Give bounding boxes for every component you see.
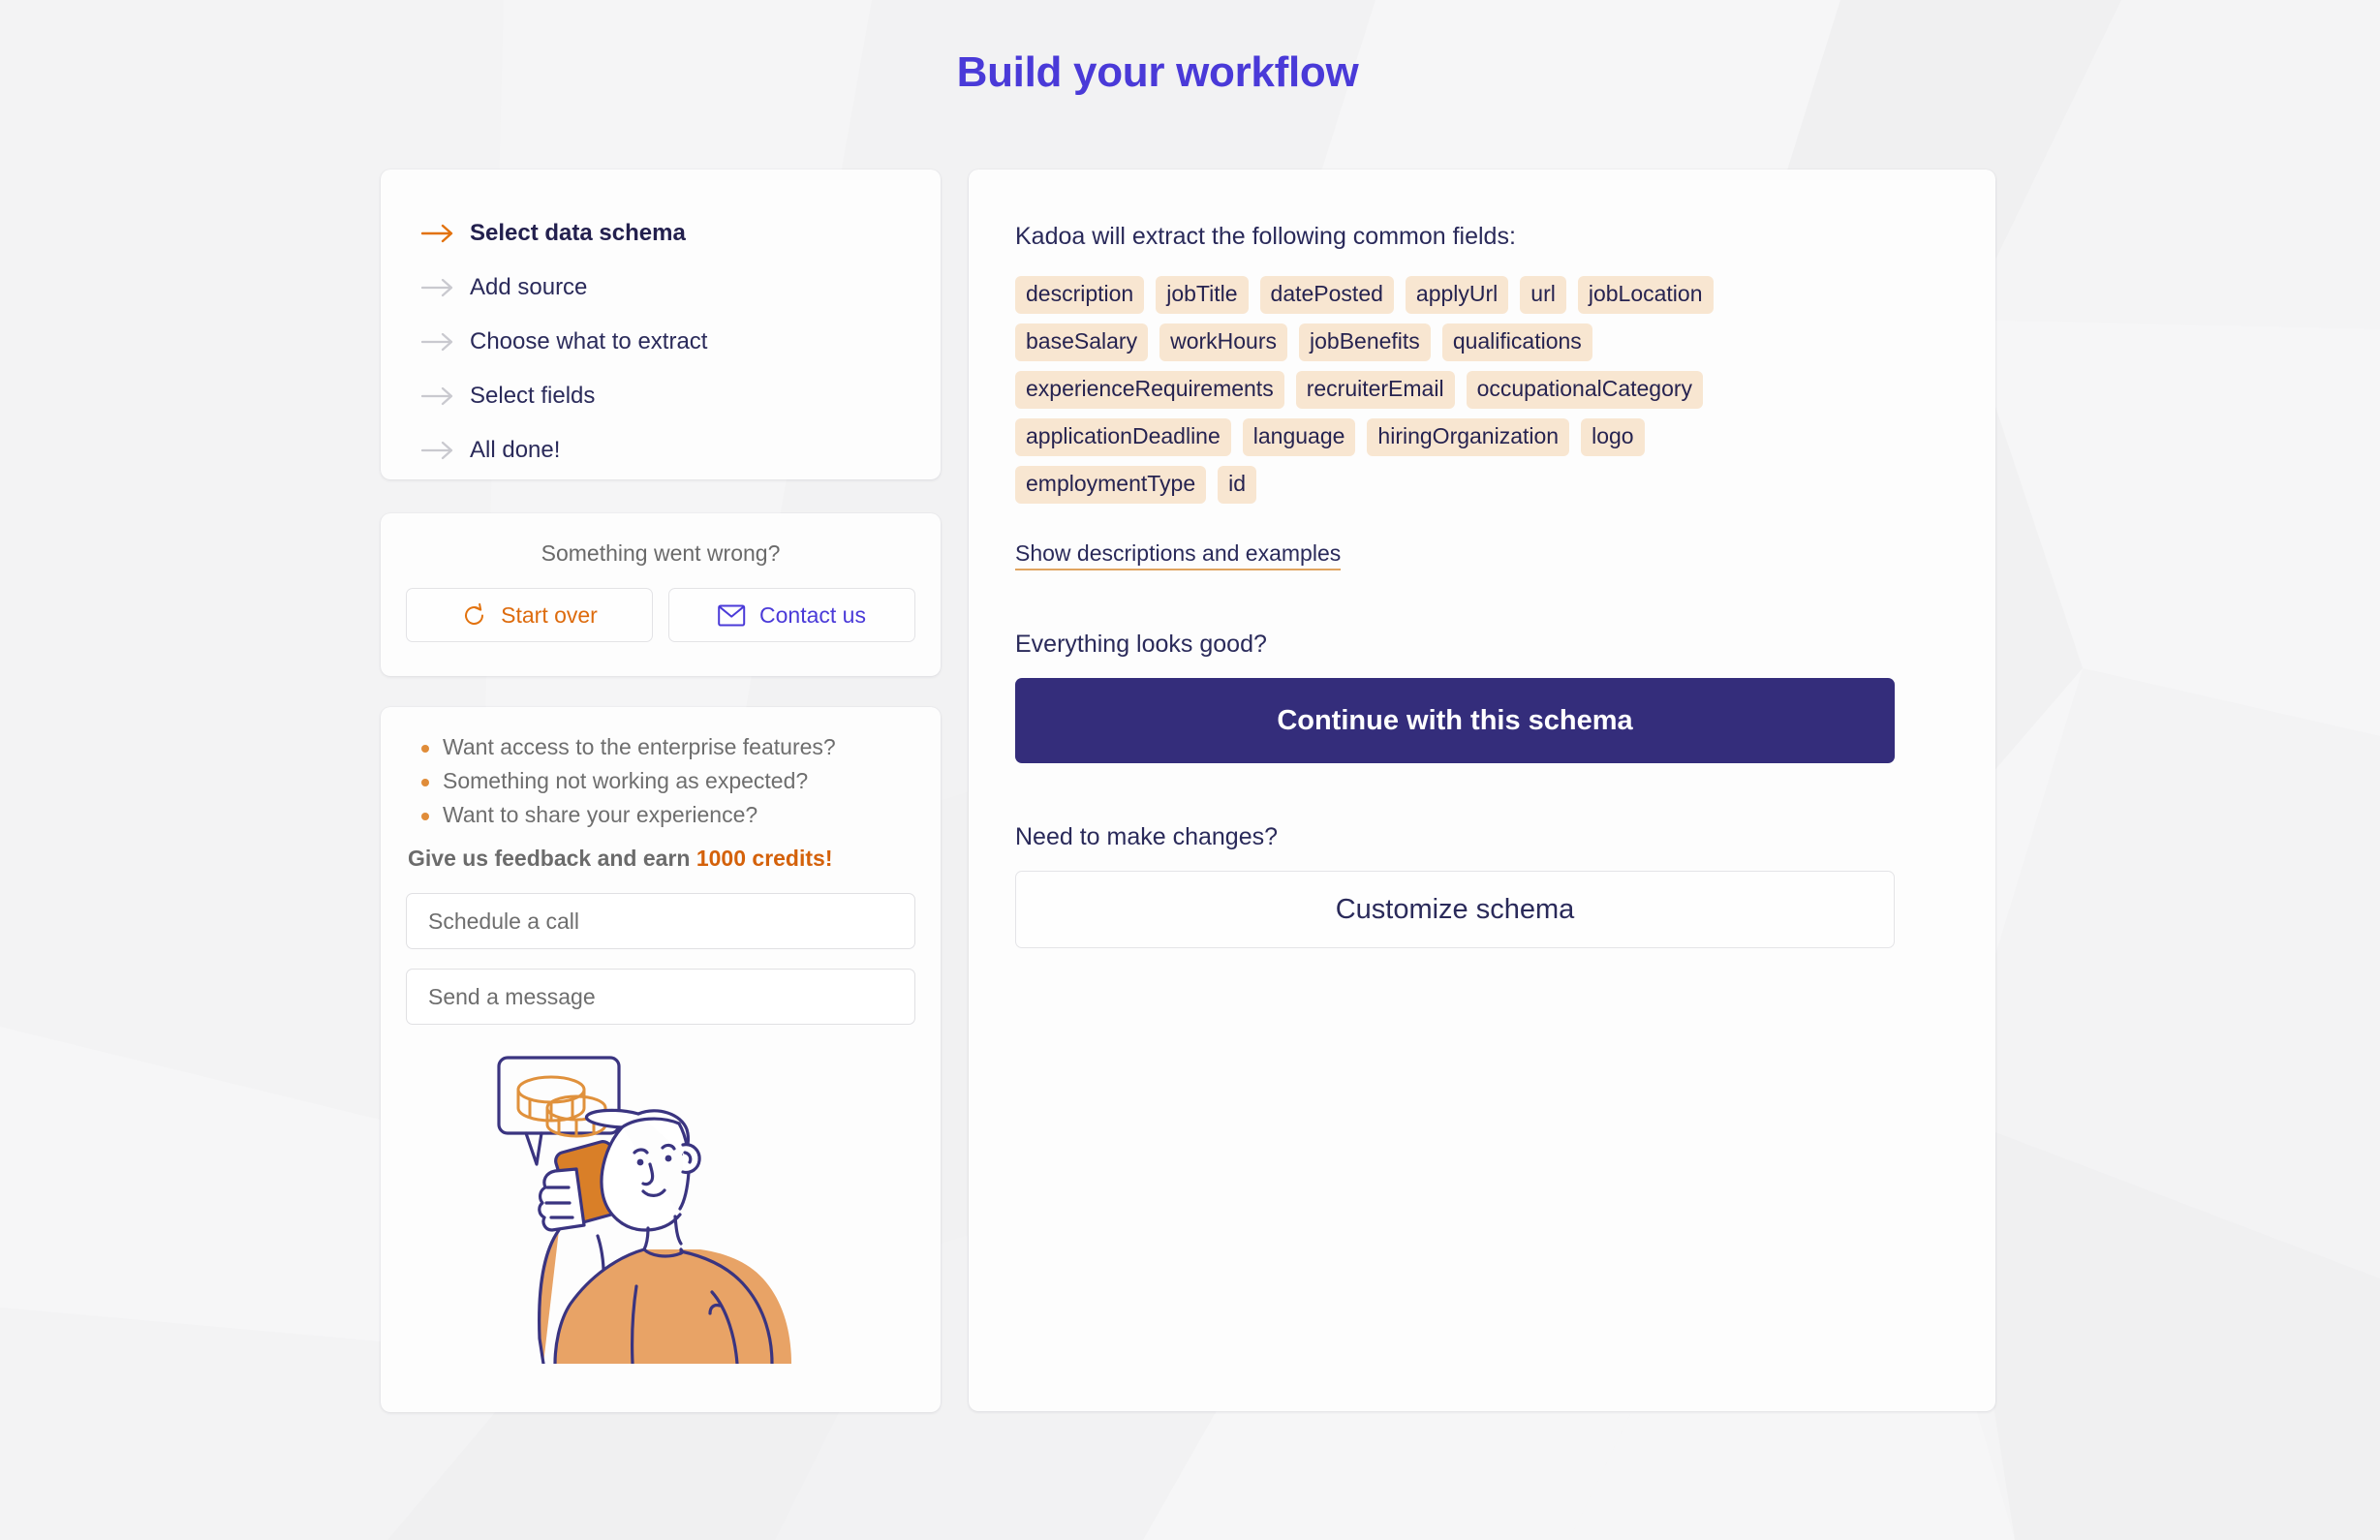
arrow-right-icon: [421, 332, 464, 352]
page-root: Build your workflow Select data schema A…: [0, 0, 2380, 1540]
field-tag: jobLocation: [1578, 276, 1714, 314]
arrow-right-icon: [421, 441, 464, 460]
field-tag: jobTitle: [1156, 276, 1248, 314]
customize-schema-button[interactable]: Customize schema: [1015, 871, 1895, 948]
send-a-message-button[interactable]: Send a message: [406, 969, 915, 1025]
field-tag: workHours: [1159, 323, 1287, 361]
contact-us-button[interactable]: Contact us: [668, 588, 915, 642]
field-tag: url: [1520, 276, 1566, 314]
field-tag: language: [1243, 418, 1356, 456]
feedback-credits-amount: 1000 credits!: [696, 846, 833, 871]
step-item-choose-what-to-extract[interactable]: Choose what to extract: [421, 315, 941, 369]
step-item-all-done[interactable]: All done!: [421, 423, 941, 477]
step-label: Choose what to extract: [470, 328, 707, 355]
feedback-bullet-list: Want access to the enterprise features? …: [406, 734, 915, 828]
field-tag: jobBenefits: [1299, 323, 1431, 361]
illustration-container: [406, 1044, 915, 1364]
schema-heading: Kadoa will extract the following common …: [1015, 223, 1949, 251]
schedule-a-call-label: Schedule a call: [428, 909, 579, 935]
person-with-phone-coins-illustration: [491, 1044, 830, 1364]
step-label: Add source: [470, 274, 587, 301]
field-tag-list: description jobTitle datePosted applyUrl…: [1015, 276, 1829, 504]
field-tag: recruiterEmail: [1296, 371, 1455, 409]
something-went-wrong-card: Something went wrong? Start over: [381, 513, 941, 676]
continue-with-schema-button[interactable]: Continue with this schema: [1015, 678, 1895, 763]
show-descriptions-link[interactable]: Show descriptions and examples: [1015, 540, 1341, 570]
field-tag: description: [1015, 276, 1144, 314]
field-tag: datePosted: [1260, 276, 1394, 314]
step-label: Select fields: [470, 383, 595, 410]
step-item-add-source[interactable]: Add source: [421, 261, 941, 315]
field-tag: employmentType: [1015, 466, 1206, 504]
field-tag: hiringOrganization: [1367, 418, 1569, 456]
page-title: Build your workflow: [0, 48, 2315, 97]
list-item: Want access to the enterprise features?: [406, 734, 915, 760]
need-changes-label: Need to make changes?: [1015, 823, 1949, 851]
field-tag: experienceRequirements: [1015, 371, 1284, 409]
step-item-select-fields[interactable]: Select fields: [421, 369, 941, 423]
envelope-icon: [718, 604, 746, 627]
contact-us-label: Contact us: [759, 602, 866, 629]
schedule-a-call-button[interactable]: Schedule a call: [406, 893, 915, 949]
step-label: Select data schema: [470, 220, 686, 247]
feedback-credits-text: Give us feedback and earn 1000 credits!: [408, 846, 915, 872]
field-tag: logo: [1581, 418, 1644, 456]
field-tag: id: [1218, 466, 1256, 504]
step-item-select-data-schema[interactable]: Select data schema: [421, 206, 941, 261]
everything-looks-good-label: Everything looks good?: [1015, 631, 1949, 659]
feedback-credits-prefix: Give us feedback and earn: [408, 846, 696, 871]
trouble-title: Something went wrong?: [406, 540, 915, 567]
arrow-right-icon: [421, 224, 464, 243]
workflow-steps-card: Select data schema Add source Choose wha…: [381, 169, 941, 479]
field-tag: applicationDeadline: [1015, 418, 1231, 456]
list-item: Want to share your experience?: [406, 802, 915, 828]
field-tag: occupationalCategory: [1467, 371, 1703, 409]
field-tag: baseSalary: [1015, 323, 1148, 361]
schema-panel: Kadoa will extract the following common …: [969, 169, 1995, 1411]
send-a-message-label: Send a message: [428, 984, 596, 1010]
field-tag: applyUrl: [1406, 276, 1508, 314]
refresh-icon: [461, 602, 487, 629]
field-tag: qualifications: [1442, 323, 1592, 361]
arrow-right-icon: [421, 278, 464, 297]
feedback-card: Want access to the enterprise features? …: [381, 707, 941, 1412]
start-over-label: Start over: [501, 602, 598, 629]
trouble-buttons: Start over Contact us: [406, 588, 915, 642]
start-over-button[interactable]: Start over: [406, 588, 653, 642]
list-item: Something not working as expected?: [406, 768, 915, 794]
arrow-right-icon: [421, 386, 464, 406]
step-label: All done!: [470, 437, 560, 464]
